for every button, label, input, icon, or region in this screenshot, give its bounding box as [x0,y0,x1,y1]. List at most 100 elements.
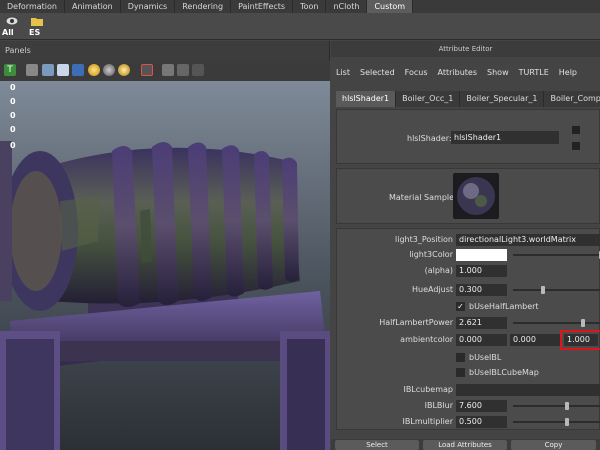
light3-color-slider[interactable] [513,254,600,256]
attr-row-ibl-blur: IBLBlur 7.600 [337,399,600,413]
alpha-field[interactable]: 1.000 [456,265,507,277]
text-tool-icon[interactable]: T [4,64,16,76]
shader-name-label: hlslShader: [407,134,452,143]
shelf-tab-animation[interactable]: Animation [65,0,121,13]
attr-label: HueAdjust [411,285,453,294]
ibl-blur-slider[interactable] [513,405,600,407]
attr-row-ibl-cubemap: IBLcubemap [337,383,600,397]
menu-help[interactable]: Help [554,65,582,81]
smooth-shade-cube-icon[interactable] [42,64,54,76]
shelf-tab-painteffects[interactable]: PaintEffects [231,0,294,13]
hud-value: 0 [10,141,16,150]
attr-label: bUseIBLCubeMap [469,368,539,377]
focus-output-icon[interactable] [572,142,580,150]
attr-row-hue-adjust: HueAdjust 0.300 [337,283,600,297]
use-half-lambert-checkbox[interactable]: ✓ [456,302,465,311]
panel-toolbar: T [0,61,330,81]
isolate-select-icon[interactable] [162,64,174,76]
custom-shelf: All ES [0,13,600,40]
attr-label: IBLcubemap [403,385,453,394]
hue-adjust-field[interactable]: 0.300 [456,284,507,296]
attr-row-half-lambert-power: HalfLambertPower 2.621 [337,316,600,330]
material-sample-swatch [453,173,499,219]
camera-attributes-icon[interactable] [177,64,189,76]
attr-row-ambient-color: ambientcolor 0.000 0.000 1.000 [337,330,600,350]
copy-tab-button[interactable]: Copy [511,440,596,450]
default-light-icon[interactable] [88,64,100,76]
ambient-color-b-field[interactable]: 1.000 [560,330,600,350]
3d-viewport[interactable]: 0 0 0 0 0 [0,81,330,450]
shelf-button-all[interactable]: All [2,15,22,38]
all-lights-icon[interactable] [103,64,115,76]
hue-adjust-slider-thumb[interactable] [541,286,545,294]
ibl-blur-field[interactable]: 7.600 [456,400,507,412]
tab-boiler-complet[interactable]: Boiler_Complet [544,91,600,107]
xray-select-icon[interactable] [141,64,153,76]
attr-label: bUseIBL [469,353,502,362]
menu-list[interactable]: List [331,65,355,81]
attr-label: ambientcolor [400,335,453,344]
ibl-blur-slider-thumb[interactable] [565,402,569,410]
menu-focus[interactable]: Focus [400,65,433,81]
attr-row-use-ibl-cubemap: bUseIBLCubeMap [337,366,600,380]
attr-label: IBLBlur [424,401,453,410]
ibl-multiplier-slider-thumb[interactable] [565,418,569,426]
hierarchy-icon[interactable] [192,64,204,76]
menu-turtle[interactable]: TURTLE [514,65,554,81]
focus-input-icon[interactable] [572,126,580,134]
shader-name-field[interactable] [451,131,559,144]
use-ibl-cubemap-checkbox[interactable] [456,368,465,377]
light3-color-swatch[interactable] [456,249,507,261]
ambient-color-g-field[interactable]: 0.000 [510,334,561,346]
ibl-multiplier-slider[interactable] [513,421,600,423]
viewport-panel: Panels T 0 0 0 0 0 [0,41,330,450]
half-lambert-power-slider-thumb[interactable] [581,319,585,327]
hud-value: 0 [10,125,16,134]
attr-row-alpha: (alpha) 1.000 [337,264,600,278]
attr-row-use-ibl: bUseIBL [337,351,600,365]
tab-boiler-occ[interactable]: Boiler_Occ_1 [396,91,461,107]
node-tabs: hlslShader1 Boiler_Occ_1 Boiler_Specular… [336,91,600,107]
shelf-tab-deformation[interactable]: Deformation [0,0,65,13]
load-attributes-button[interactable]: Load Attributes [423,440,507,450]
folder-icon [31,18,43,26]
light3-position-field[interactable]: directionalLight3.worldMatrix [456,234,600,246]
shelf-tab-ncloth[interactable]: nCloth [326,0,368,13]
use-ibl-checkbox[interactable] [456,353,465,362]
menu-attributes[interactable]: Attributes [433,65,483,81]
attribute-editor-title: Attribute Editor [331,41,600,57]
shader-sphere-preview [457,177,495,215]
wireframe-cube-icon[interactable] [26,64,38,76]
attr-label: bUseHalfLambert [469,302,539,311]
shelf-button-label: All [2,28,14,37]
shelf-tab-custom[interactable]: Custom [367,0,414,13]
hue-adjust-slider[interactable] [513,289,600,291]
shelf-tab-rendering[interactable]: Rendering [175,0,232,13]
attribute-editor-button-bar: Select Load Attributes Copy [331,439,600,450]
ibl-cubemap-field[interactable] [456,384,600,396]
shelf-tab-toon[interactable]: Toon [293,0,327,13]
shelf-button-es[interactable]: ES [27,15,47,38]
attr-row-use-half-lambert: ✓ bUseHalfLambert [337,300,600,314]
tab-boiler-specular[interactable]: Boiler_Specular_1 [460,91,545,107]
attr-label: HalfLambertPower [379,318,453,327]
half-lambert-power-field[interactable]: 2.621 [456,317,507,329]
ambient-color-r-field[interactable]: 0.000 [456,334,507,346]
ibl-multiplier-field[interactable]: 0.500 [456,416,507,428]
material-sample-label: Material Sample [389,193,455,202]
lighting-cube-icon[interactable] [72,64,84,76]
half-lambert-power-slider[interactable] [513,322,600,324]
tab-hlslshader1[interactable]: hlslShader1 [336,91,397,107]
attr-row-light3-position: light3_Position directionalLight3.worldM… [337,233,600,247]
textured-cube-icon[interactable] [57,64,69,76]
attr-label: light3_Position [395,235,453,244]
menu-show[interactable]: Show [482,65,514,81]
hud-value: 0 [10,111,16,120]
shelf-tab-dynamics[interactable]: Dynamics [121,0,176,13]
attribute-editor-menu-bar: List Selected Focus Attributes Show TURT… [331,65,582,81]
panels-menu[interactable]: Panels [0,41,329,61]
select-button[interactable]: Select [335,440,419,450]
shelf-tab-bar: Deformation Animation Dynamics Rendering… [0,0,600,13]
shadows-icon[interactable] [118,64,130,76]
menu-selected[interactable]: Selected [355,65,400,81]
